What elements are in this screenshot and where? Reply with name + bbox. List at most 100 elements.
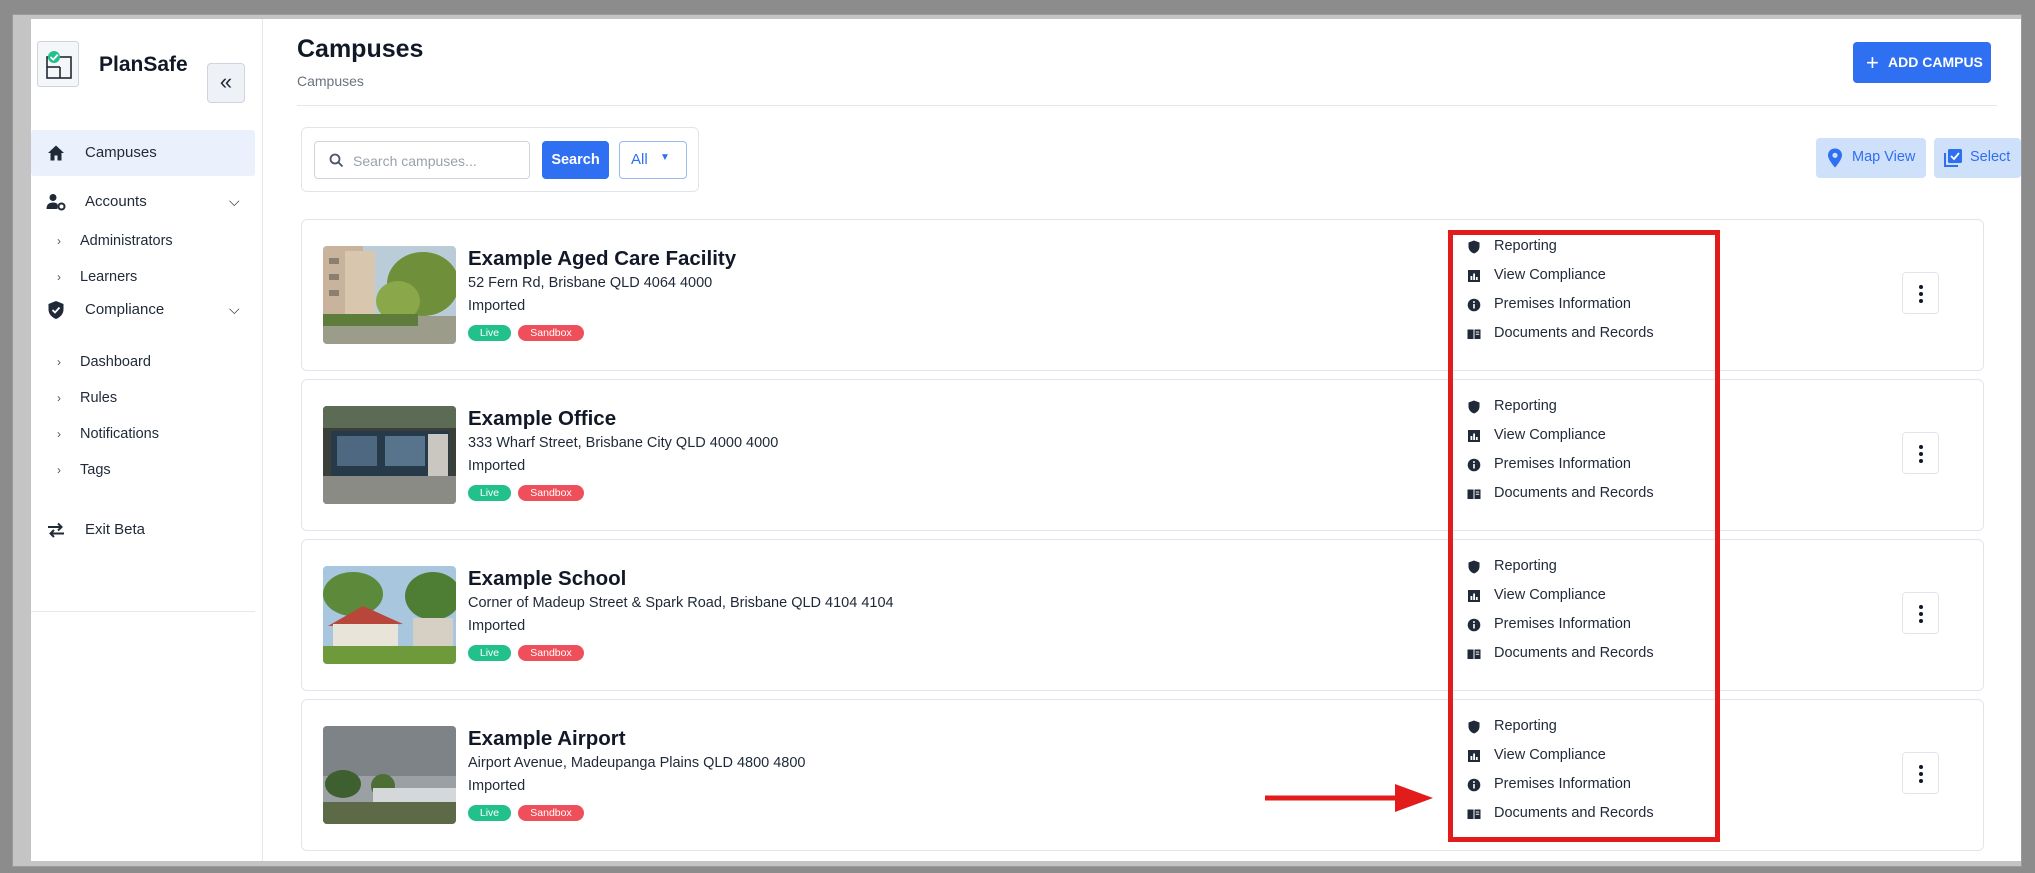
documents-records-link[interactable]: Documents and Records <box>1467 643 1687 665</box>
campus-card[interactable]: Example School Corner of Madeup Street &… <box>301 539 1984 691</box>
premises-information-link[interactable]: Premises Information <box>1467 454 1687 476</box>
more-options-button[interactable] <box>1902 592 1939 634</box>
sidebar-item-exit-beta[interactable]: Exit Beta <box>31 507 255 553</box>
filter-select[interactable]: All ▼ <box>619 141 687 179</box>
campus-card[interactable]: Example Aged Care Facility 52 Fern Rd, B… <box>301 219 1984 371</box>
action-label: Premises Information <box>1494 456 1631 472</box>
search-button[interactable]: Search <box>542 141 609 179</box>
search-icon <box>329 153 344 168</box>
plansafe-logo-icon <box>37 41 79 87</box>
chevron-down-icon: ⌵ <box>229 301 240 317</box>
action-label: Documents and Records <box>1494 485 1654 501</box>
sidebar-item-label: Dashboard <box>80 354 151 370</box>
documents-records-link[interactable]: Documents and Records <box>1467 323 1687 345</box>
documents-records-link[interactable]: Documents and Records <box>1467 483 1687 505</box>
reporting-link[interactable]: Reporting <box>1467 716 1687 738</box>
breadcrumb[interactable]: Campuses <box>297 73 364 89</box>
sidebar-item-campuses[interactable]: Campuses <box>31 130 255 176</box>
book-icon <box>1467 329 1481 339</box>
chevron-right-icon: › <box>57 234 61 248</box>
info-icon <box>1467 618 1481 632</box>
view-compliance-link[interactable]: View Compliance <box>1467 425 1687 447</box>
reporting-link[interactable]: Reporting <box>1467 396 1687 418</box>
campus-name[interactable]: Example School <box>468 567 626 591</box>
chevron-right-icon: › <box>57 427 61 441</box>
campus-status: Imported <box>468 458 526 474</box>
add-campus-button[interactable]: + ADD CAMPUS <box>1853 42 1991 83</box>
action-label: View Compliance <box>1494 267 1606 283</box>
shield-check-icon <box>48 301 64 319</box>
sidebar: PlanSafe « Campuses Accounts ⌵ › Adminis… <box>31 19 263 861</box>
info-icon <box>1467 298 1481 312</box>
campus-address: 333 Wharf Street, Brisbane City QLD 4000… <box>468 435 779 451</box>
campus-name[interactable]: Example Office <box>468 407 616 431</box>
sidebar-item-label: Accounts <box>85 193 147 210</box>
premises-information-link[interactable]: Premises Information <box>1467 294 1687 316</box>
action-label: Premises Information <box>1494 296 1631 312</box>
more-options-button[interactable] <box>1902 752 1939 794</box>
shield-icon <box>1468 720 1480 734</box>
add-campus-label: ADD CAMPUS <box>1888 54 1983 70</box>
documents-records-link[interactable]: Documents and Records <box>1467 803 1687 825</box>
action-label: Reporting <box>1494 398 1557 414</box>
campus-status: Imported <box>468 618 526 634</box>
reporting-link[interactable]: Reporting <box>1467 236 1687 258</box>
book-icon <box>1467 809 1481 819</box>
campus-card[interactable]: Example Airport Airport Avenue, Madeupan… <box>301 699 1984 851</box>
map-view-label: Map View <box>1852 149 1916 165</box>
campus-status: Imported <box>468 298 526 314</box>
filter-select-value: All <box>631 151 648 168</box>
kebab-dot <box>1919 292 1923 296</box>
action-label: View Compliance <box>1494 587 1606 603</box>
shield-icon <box>1468 240 1480 254</box>
chart-icon <box>1468 430 1480 442</box>
view-compliance-link[interactable]: View Compliance <box>1467 745 1687 767</box>
collapse-sidebar-button[interactable]: « <box>207 63 245 103</box>
sidebar-item-label: Compliance <box>85 301 165 318</box>
reporting-link[interactable]: Reporting <box>1467 556 1687 578</box>
sidebar-item-label: Campuses <box>85 144 157 161</box>
campus-card[interactable]: Example Office 333 Wharf Street, Brisban… <box>301 379 1984 531</box>
campus-image <box>323 406 456 504</box>
kebab-dot <box>1919 452 1923 456</box>
campus-image <box>323 566 456 664</box>
kebab-dot <box>1919 765 1923 769</box>
sandbox-badge: Sandbox <box>518 325 584 341</box>
campus-address: Airport Avenue, Madeupanga Plains QLD 48… <box>468 755 806 771</box>
search-field[interactable] <box>314 141 530 179</box>
plus-icon: + <box>1866 50 1879 75</box>
sidebar-item-accounts[interactable]: Accounts ⌵ <box>31 179 255 225</box>
kebab-dot <box>1919 779 1923 783</box>
sidebar-item-label: Learners <box>80 269 138 285</box>
chart-icon <box>1468 590 1480 602</box>
sidebar-divider <box>31 611 255 612</box>
page-title: Campuses <box>297 35 424 63</box>
live-badge: Live <box>468 325 511 341</box>
kebab-dot <box>1919 619 1923 623</box>
premises-information-link[interactable]: Premises Information <box>1467 614 1687 636</box>
sandbox-badge: Sandbox <box>518 805 584 821</box>
sidebar-item-label: Notifications <box>80 426 159 442</box>
action-label: View Compliance <box>1494 427 1606 443</box>
kebab-dot <box>1919 299 1923 303</box>
action-label: Reporting <box>1494 558 1557 574</box>
user-gear-icon <box>46 194 66 211</box>
campus-name[interactable]: Example Airport <box>468 727 626 751</box>
chevron-right-icon: › <box>57 270 61 284</box>
kebab-dot <box>1919 445 1923 449</box>
select-button[interactable]: Select <box>1934 138 2021 178</box>
view-compliance-link[interactable]: View Compliance <box>1467 265 1687 287</box>
campus-status: Imported <box>468 778 526 794</box>
campus-name[interactable]: Example Aged Care Facility <box>468 247 736 271</box>
search-input[interactable] <box>353 150 523 172</box>
caret-down-icon: ▼ <box>660 152 670 163</box>
select-label: Select <box>1970 149 2011 165</box>
more-options-button[interactable] <box>1902 272 1939 314</box>
more-options-button[interactable] <box>1902 432 1939 474</box>
chevron-right-icon: › <box>57 391 61 405</box>
view-compliance-link[interactable]: View Compliance <box>1467 585 1687 607</box>
map-view-button[interactable]: Map View <box>1816 138 1926 178</box>
premises-information-link[interactable]: Premises Information <box>1467 774 1687 796</box>
sidebar-item-compliance[interactable]: Compliance ⌵ <box>31 287 255 333</box>
chevron-right-icon: › <box>57 463 61 477</box>
